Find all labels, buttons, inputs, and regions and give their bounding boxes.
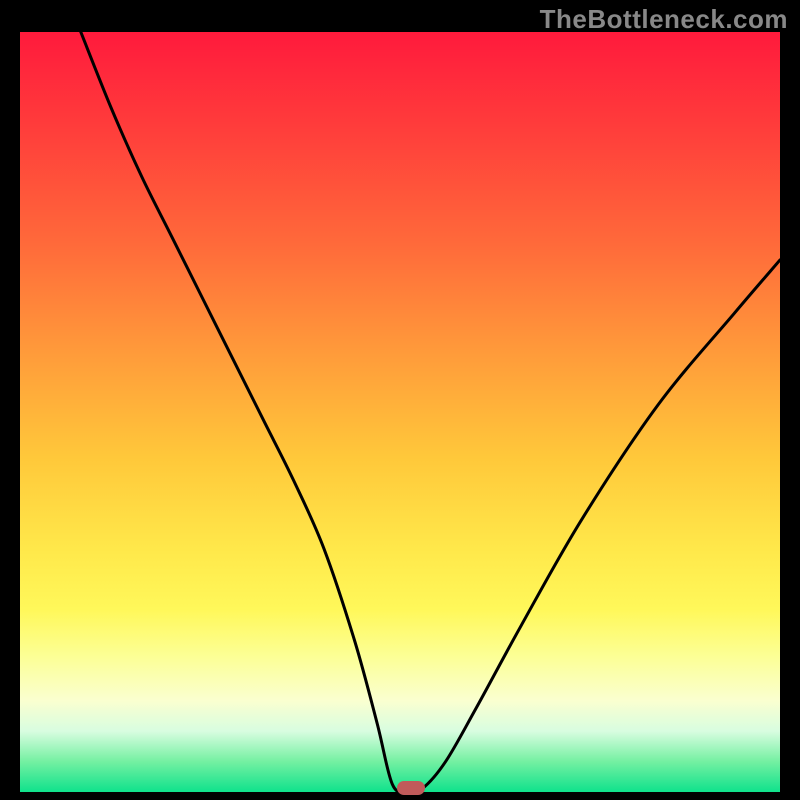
watermark-text: TheBottleneck.com: [540, 4, 788, 35]
plot-area: [20, 32, 780, 792]
curve-svg: [20, 32, 780, 792]
optimum-marker: [397, 781, 425, 795]
chart-frame: TheBottleneck.com: [0, 0, 800, 800]
bottleneck-curve: [81, 32, 780, 792]
